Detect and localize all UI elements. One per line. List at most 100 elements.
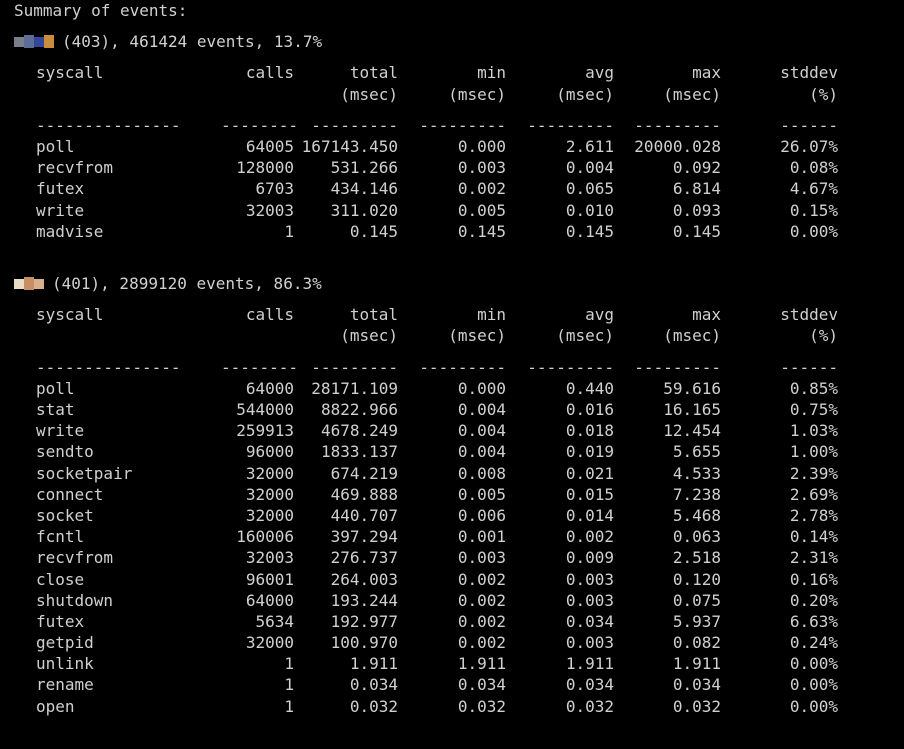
table-row: futex 6703 434.146 0.002 0.065 6.814 4.67% (14, 178, 904, 199)
cell-syscall: recvfrom (36, 548, 114, 568)
column-header-stddev: stddev (780, 305, 838, 325)
cell-total: 531.266 (330, 158, 398, 178)
process-header: (401), 2899120 events, 86.3% (14, 273, 904, 294)
cell-min: 0.002 (457, 179, 506, 199)
cell-max: 59.616 (663, 378, 721, 398)
separator-calls: -------- (221, 115, 299, 135)
cell-max: 0.092 (672, 158, 721, 178)
column-header-syscall: syscall (36, 305, 104, 325)
cell-calls: 1 (284, 654, 294, 674)
table-row: recvfrom 128000 531.266 0.003 0.004 0.092 0.08… (14, 157, 904, 178)
cell-min: 0.001 (457, 527, 506, 547)
column-header-total: total (349, 305, 398, 325)
redaction-block (14, 278, 24, 289)
cell-stddev: 0.15% (789, 200, 838, 220)
cell-stddev: 6.63% (789, 611, 838, 631)
cell-avg: 0.003 (565, 590, 614, 610)
cell-min: 0.002 (457, 569, 506, 589)
cell-min: 0.000 (457, 378, 506, 398)
cell-syscall: rename (36, 675, 94, 695)
table-header-row: syscall calls total min avg max stddev (14, 62, 904, 83)
column-unit-syscall (36, 325, 221, 346)
cell-max: 0.145 (672, 221, 721, 241)
cell-stddev: 2.31% (789, 548, 838, 568)
table-row: getpid 32000 100.970 0.002 0.003 0.082 0.24% (14, 632, 904, 653)
redaction-block (24, 277, 34, 291)
column-unit-avg: (msec) (556, 84, 614, 104)
cell-total: 674.219 (330, 463, 398, 483)
cell-min: 0.008 (457, 463, 506, 483)
cell-max: 0.063 (672, 527, 721, 547)
cell-avg: 1.911 (565, 654, 614, 674)
column-unit-stddev: (%) (809, 84, 838, 104)
cell-calls: 32000 (245, 505, 294, 525)
cell-min: 0.002 (457, 611, 506, 631)
cell-min: 0.145 (457, 221, 506, 241)
terminal-window[interactable]: Summary of events: (403), 461424 events,… (0, 0, 904, 749)
separator-stddev: ------ (780, 115, 838, 135)
cell-avg: 0.014 (565, 505, 614, 525)
cell-total: 1.911 (349, 654, 398, 674)
table-row: recvfrom 32003 276.737 0.003 0.009 2.518 2.31% (14, 547, 904, 568)
process-summary-text: (403), 461424 events, 13.7% (62, 32, 323, 52)
cell-total: 469.888 (330, 484, 398, 504)
cell-calls: 5634 (255, 611, 294, 631)
table-row: madvise 1 0.145 0.145 0.145 0.145 0.00% (14, 221, 904, 242)
table-separator: --------------- -------- --------- --------… (14, 357, 904, 378)
cell-total: 192.977 (330, 611, 398, 631)
cell-avg: 0.034 (565, 675, 614, 695)
cell-max: 16.165 (663, 400, 721, 419)
cell-max: 5.937 (672, 611, 721, 631)
separator-total: --------- (311, 357, 398, 377)
cell-calls: 64000 (245, 378, 294, 398)
cell-stddev: 0.08% (789, 158, 838, 178)
column-unit-stddev: (%) (809, 326, 838, 346)
separator-stddev: ------ (780, 357, 838, 377)
cell-avg: 0.004 (565, 158, 614, 178)
cell-total: 440.707 (330, 505, 398, 525)
cell-avg: 0.019 (565, 442, 614, 462)
cell-calls: 96000 (245, 442, 294, 462)
cell-total: 434.146 (330, 179, 398, 199)
table-row: fcntl 160006 397.294 0.001 0.002 0.063 0.14% (14, 526, 904, 547)
redaction-block (34, 36, 44, 47)
cell-avg: 0.032 (565, 696, 614, 716)
cell-max: 20000.028 (634, 136, 721, 156)
cell-total: 276.737 (330, 548, 398, 568)
redaction-block (44, 35, 54, 49)
cell-total: 0.032 (349, 696, 398, 716)
column-header-min: min (477, 63, 506, 83)
cell-total: 28171.109 (311, 378, 398, 398)
cell-total: 167143.450 (301, 136, 398, 156)
cell-calls: 32000 (245, 463, 294, 483)
cell-min: 0.003 (457, 548, 506, 568)
cell-avg: 0.016 (565, 400, 614, 419)
cell-syscall: getpid (36, 633, 94, 653)
redaction-block (34, 278, 44, 289)
column-header-avg: avg (585, 305, 614, 325)
cell-min: 0.034 (457, 675, 506, 695)
cell-syscall: close (36, 569, 85, 589)
cell-avg: 0.002 (565, 527, 614, 547)
cell-stddev: 0.24% (789, 633, 838, 653)
cell-syscall: poll (36, 136, 75, 156)
cell-avg: 0.440 (565, 378, 614, 398)
cell-max: 4.533 (672, 463, 721, 483)
redaction-block (24, 35, 34, 49)
separator-min: --------- (419, 357, 506, 377)
cell-avg: 0.021 (565, 463, 614, 483)
cell-calls: 32003 (245, 200, 294, 220)
table-row: socket 32000 440.707 0.006 0.014 5.468 2.78% (14, 505, 904, 526)
cell-avg: 0.034 (565, 611, 614, 631)
cell-avg: 0.003 (565, 633, 614, 653)
table-row: write 259913 4678.249 0.004 0.018 12.454 1.03% (14, 420, 904, 441)
cell-stddev: 2.39% (789, 463, 838, 483)
cell-stddev: 1.03% (789, 421, 838, 441)
redaction-block (14, 36, 24, 47)
cell-syscall: write (36, 421, 85, 441)
column-header-min: min (477, 305, 506, 325)
cell-calls: 1 (284, 221, 294, 241)
cell-total: 1833.137 (320, 442, 398, 462)
column-unit-avg: (msec) (556, 326, 614, 346)
